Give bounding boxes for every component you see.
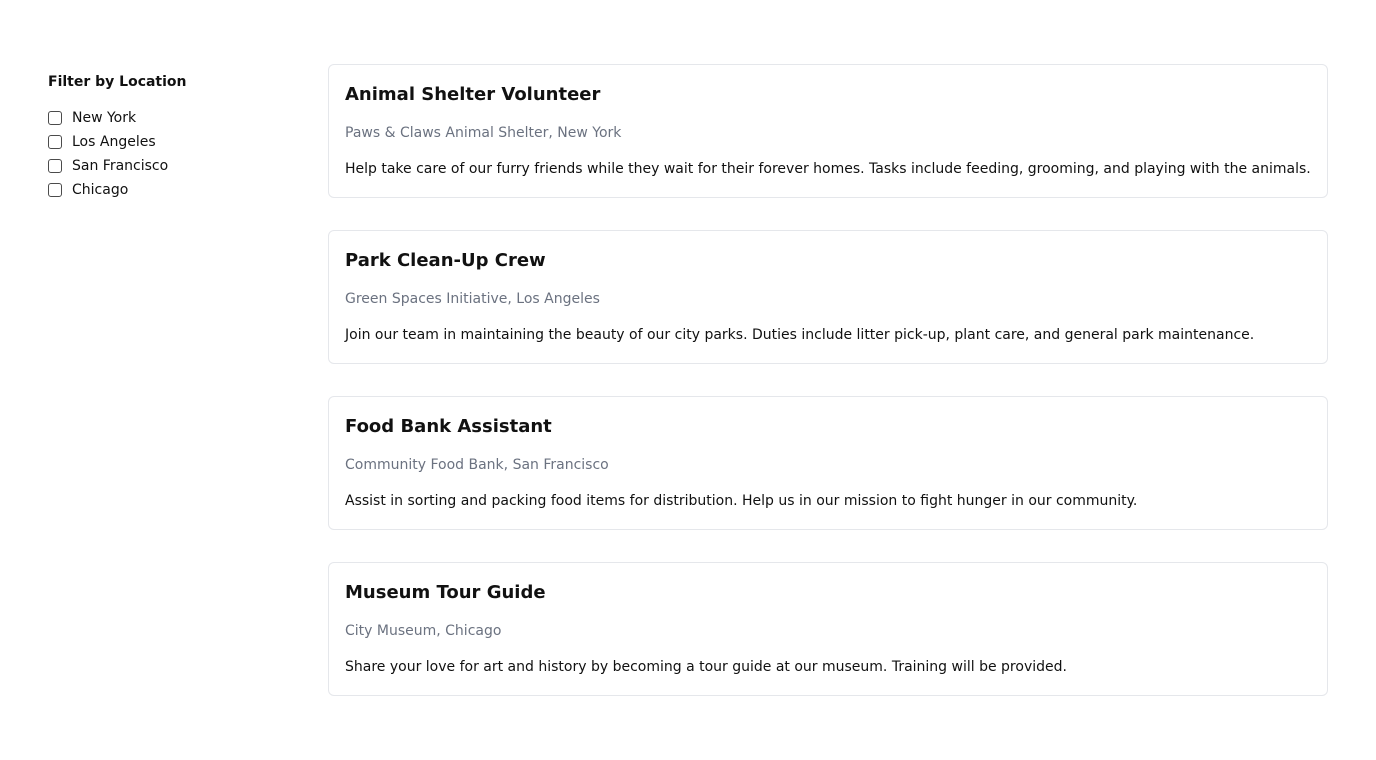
listing-card: Museum Tour Guide City Museum, Chicago S… (328, 562, 1328, 696)
listing-title: Animal Shelter Volunteer (345, 84, 601, 105)
page: Filter by Location New York Los Angeles … (0, 0, 1376, 760)
listing-card: Park Clean-Up Crew Green Spaces Initiati… (328, 230, 1328, 364)
listing-organization: Paws & Claws Animal Shelter, New York (345, 125, 622, 141)
listing-title: Park Clean-Up Crew (345, 250, 546, 271)
listing-description: Share your love for art and history by b… (345, 659, 1067, 675)
chicago-checkbox[interactable] (48, 183, 62, 197)
filter-option-san-francisco[interactable]: San Francisco (48, 154, 288, 178)
filter-label[interactable]: New York (72, 108, 136, 128)
location-filter-list: New York Los Angeles San Francisco Chica… (48, 106, 288, 202)
location-filter-sidebar: Filter by Location New York Los Angeles … (48, 72, 288, 202)
listing-card: Animal Shelter Volunteer Paws & Claws An… (328, 64, 1328, 198)
san-francisco-checkbox[interactable] (48, 159, 62, 173)
listing-organization: Green Spaces Initiative, Los Angeles (345, 291, 600, 307)
listing-card: Food Bank Assistant Community Food Bank,… (328, 396, 1328, 530)
listing-title: Museum Tour Guide (345, 582, 546, 603)
listings-list: Animal Shelter Volunteer Paws & Claws An… (328, 64, 1328, 728)
filter-label[interactable]: Chicago (72, 180, 128, 200)
listing-organization: Community Food Bank, San Francisco (345, 457, 609, 473)
listing-title: Food Bank Assistant (345, 416, 552, 437)
filter-label[interactable]: Los Angeles (72, 132, 156, 152)
listing-description: Help take care of our furry friends whil… (345, 161, 1311, 177)
listing-description: Assist in sorting and packing food items… (345, 493, 1138, 509)
filter-option-los-angeles[interactable]: Los Angeles (48, 130, 288, 154)
filter-label[interactable]: San Francisco (72, 156, 168, 176)
listing-description: Join our team in maintaining the beauty … (345, 327, 1255, 343)
new-york-checkbox[interactable] (48, 111, 62, 125)
filter-title: Filter by Location (48, 74, 187, 90)
filter-option-new-york[interactable]: New York (48, 106, 288, 130)
los-angeles-checkbox[interactable] (48, 135, 62, 149)
filter-option-chicago[interactable]: Chicago (48, 178, 288, 202)
listing-organization: City Museum, Chicago (345, 623, 502, 639)
